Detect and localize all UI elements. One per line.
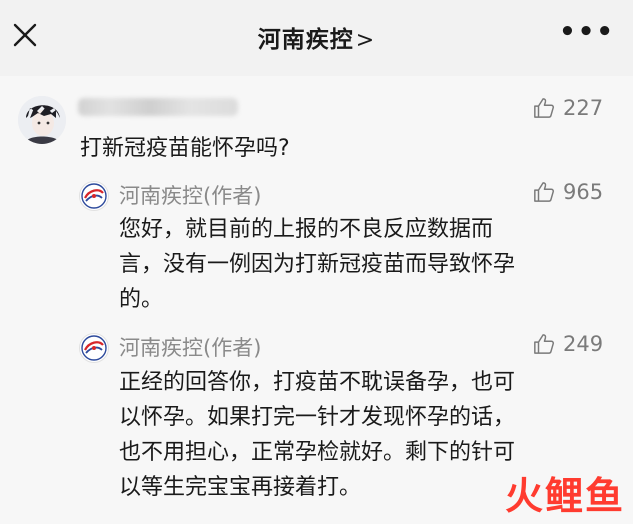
reply-author-name[interactable]: 河南疾控(作者) xyxy=(119,332,261,362)
top-navigation-bar: 河南疾控> ••• xyxy=(0,0,633,76)
blurred-username xyxy=(78,98,238,116)
henan-cdc-logo-icon xyxy=(81,335,107,361)
reply-line: 言，没有一例因为打新冠疫苗而导致怀孕 xyxy=(119,252,516,277)
like-count: 965 xyxy=(563,180,604,204)
author-avatar[interactable] xyxy=(79,181,109,211)
reply-line: 的。 xyxy=(119,287,164,312)
like-count: 227 xyxy=(563,96,604,120)
account-title-link[interactable]: 河南疾控> xyxy=(0,20,633,54)
comment-like-button[interactable]: 227 xyxy=(533,96,603,120)
reply-like-button[interactable]: 965 xyxy=(533,180,603,204)
reply-line: 您好，就目前的上报的不良反应数据而 xyxy=(119,217,494,242)
thumbs-up-icon xyxy=(534,182,555,202)
reply-line: 正经的回答你，打疫苗不耽误备孕，也可 xyxy=(119,370,516,395)
comment-text: 打新冠疫苗能怀孕吗? xyxy=(80,136,290,161)
like-count: 249 xyxy=(563,332,604,356)
more-horizontal-icon: ••• xyxy=(559,17,615,47)
henan-cdc-logo-icon xyxy=(81,183,107,209)
thumbs-up-icon xyxy=(534,334,555,354)
reply-text: 您好，就目前的上报的不良反应数据而 言，没有一例因为打新冠疫苗而导致怀孕 的。 xyxy=(119,212,609,317)
page-title: 河南疾控 xyxy=(257,27,354,53)
thumbs-up-icon xyxy=(534,98,555,118)
author-avatar[interactable] xyxy=(79,333,109,363)
reply-like-button[interactable]: 249 xyxy=(533,332,603,356)
user-avatar[interactable] xyxy=(18,96,66,144)
more-options-button[interactable]: ••• xyxy=(559,19,615,45)
chevron-right-icon: > xyxy=(355,28,376,53)
comment-section: 227 打新冠疫苗能怀孕吗? 河南疾控(作者) 965 您好，就目前的上报的不良… xyxy=(0,76,633,524)
reply-author-name[interactable]: 河南疾控(作者) xyxy=(119,180,261,210)
reply-line: 以怀孕。如果打完一针才发现怀孕的话， xyxy=(119,405,516,430)
watermark: 火鲤鱼 xyxy=(504,474,625,518)
